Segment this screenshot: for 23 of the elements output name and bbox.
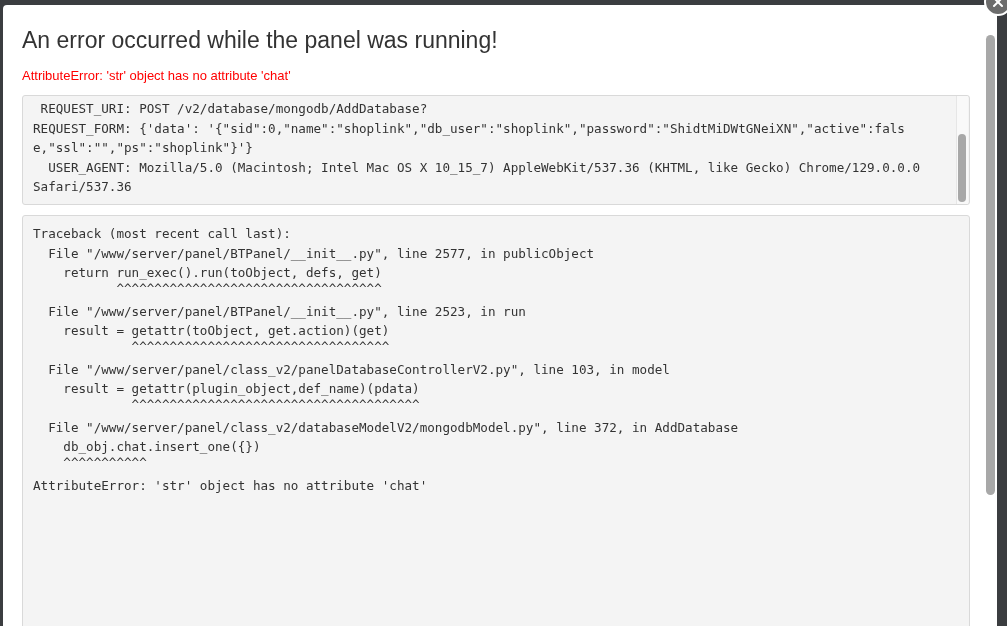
- scrollbar-thumb[interactable]: [986, 35, 995, 495]
- dialog-title: An error occurred while the panel was running!: [22, 27, 499, 54]
- traceback-line: File "/www/server/panel/class_v2/panelDatabaseControllerV2.py", line 103, in model: [47, 360, 671, 379]
- traceback-line: return run_exec().run(toObject, defs, get): [62, 264, 383, 282]
- caret-marker: ^^^^^^^^^^^^^^^^^^^^^^^^^^^^^^^^^^^: [115, 282, 383, 294]
- request-line: Safari/537.36: [33, 178, 133, 196]
- request-line: REQUEST_FORM: {'data': '{"sid":0,"name":"shoplink","db_user":"shoplink","password":"ShidtMiDWtGNeiXN","active":fals: [33, 119, 906, 138]
- traceback-line: File "/www/server/panel/BTPanel/__init__.py", line 2577, in publicObject: [47, 244, 596, 263]
- traceback-line: AttributeError: 'str' object has no attribute 'chat': [33, 476, 429, 495]
- caret-marker: ^^^^^^^^^^^^^^^^^^^^^^^^^^^^^^^^^^^^^^: [130, 398, 421, 410]
- traceback-line: File "/www/server/panel/class_v2/databaseModelV2/mongodbModel.py", line 372, in AddDatabase: [47, 418, 740, 437]
- caret-marker: ^^^^^^^^^^^: [62, 456, 148, 468]
- traceback-line: File "/www/server/panel/BTPanel/__init__.py", line 2523, in run: [47, 302, 527, 321]
- traceback-line: result = getattr(toObject, get.action)(get): [62, 322, 391, 340]
- error-message: AttributeError: 'str' object has no attribute 'chat': [22, 68, 292, 83]
- traceback-line: result = getattr(plugin_object,def_name)(pdata): [62, 380, 421, 398]
- request-line: REQUEST_URI: POST /v2/database/mongodb/AddDatabase?: [39, 100, 429, 118]
- caret-marker: ^^^^^^^^^^^^^^^^^^^^^^^^^^^^^^^^^^: [130, 340, 391, 352]
- traceback-line: db_obj.chat.insert_one({}): [62, 438, 262, 456]
- traceback-line: Traceback (most recent call last):: [33, 225, 292, 243]
- request-line: e,"ssl":"","ps":"shoplink"}'}: [33, 139, 254, 157]
- request-line: USER_AGENT: Mozilla/5.0 (Macintosh; Intel Mac OS X 10_15_7) AppleWebKit/537.36 (KHTML, like Gecko) Chrome/129.0.0.0: [47, 158, 922, 177]
- scrollbar-thumb[interactable]: [958, 134, 966, 202]
